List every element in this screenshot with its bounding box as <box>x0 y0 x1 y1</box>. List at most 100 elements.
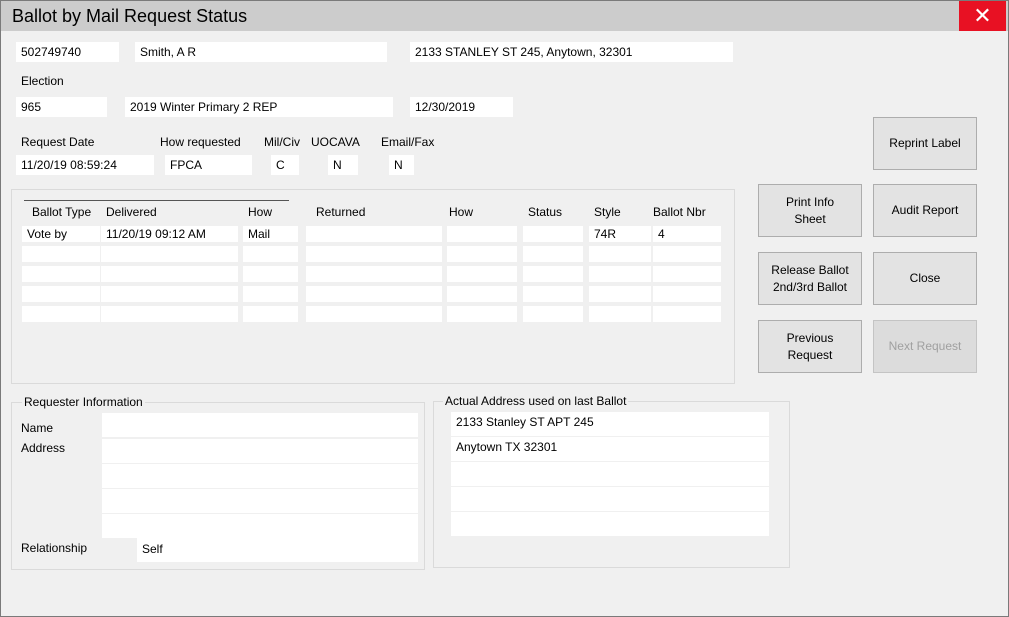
grid-cell-r2-c1[interactable] <box>101 266 238 282</box>
requester-address-label: Address <box>21 441 66 455</box>
actual-address-line2[interactable]: Anytown TX 32301 <box>451 437 769 461</box>
election-name-field[interactable]: 2019 Winter Primary 2 REP <box>125 97 393 117</box>
grid-cell-r4-c1[interactable] <box>101 306 238 322</box>
grid-cell-r2-c7[interactable] <box>653 266 721 282</box>
voter-name-field[interactable]: Smith, A R <box>135 42 387 62</box>
close-button-text: Close <box>909 271 941 285</box>
grid-cell-r2-c4[interactable] <box>447 266 517 282</box>
voter-address-field[interactable]: 2133 STANLEY ST 245, Anytown, 32301 <box>410 42 733 62</box>
how-requested-label: How requested <box>160 135 241 149</box>
emailfax-field[interactable]: N <box>389 155 414 175</box>
reprint-label-button[interactable]: Reprint Label <box>873 117 977 170</box>
milciv-label: Mil/Civ <box>264 135 300 149</box>
grid-cell-r1-c6[interactable] <box>589 246 651 262</box>
ballot-grid-panel: Ballot Type Delivered How Returned How S… <box>11 189 735 384</box>
requester-name-label: Name <box>21 421 54 435</box>
release-ballot-text: Release Ballot 2nd/3rd Ballot <box>771 262 848 296</box>
uocava-field[interactable]: N <box>328 155 358 175</box>
grid-cell-r2-c2[interactable] <box>243 266 298 282</box>
requester-name-field[interactable] <box>102 413 418 437</box>
grid-cell-r1-c2[interactable] <box>243 246 298 262</box>
grid-cell-r0-c7[interactable]: 4 <box>653 226 721 242</box>
voter-id-field[interactable]: 502749740 <box>16 42 119 62</box>
grid-cell-r4-c3[interactable] <box>306 306 442 322</box>
grid-cell-r1-c7[interactable] <box>653 246 721 262</box>
requester-info-panel: Requester Information Name Address Relat… <box>11 395 425 570</box>
actual-address-line1[interactable]: 2133 Stanley ST APT 245 <box>451 412 769 436</box>
next-request-button[interactable]: Next Request <box>873 320 977 373</box>
previous-request-line2: Request <box>787 347 833 362</box>
requester-address-line1[interactable] <box>102 439 418 463</box>
milciv-field[interactable]: C <box>271 155 299 175</box>
relationship-label: Relationship <box>21 541 88 555</box>
grid-cell-r4-c4[interactable] <box>447 306 517 322</box>
grid-cell-r3-c2[interactable] <box>243 286 298 302</box>
col-delivered: Delivered <box>106 205 157 219</box>
election-label: Election <box>21 74 64 88</box>
print-info-line1: Print Info <box>785 194 835 209</box>
audit-report-button[interactable]: Audit Report <box>873 184 977 237</box>
grid-cell-r1-c3[interactable] <box>306 246 442 262</box>
grid-cell-r0-c6[interactable]: 74R <box>589 226 651 242</box>
grid-cell-r3-c5[interactable] <box>523 286 583 302</box>
audit-report-text: Audit Report <box>891 203 959 217</box>
actual-address-line3[interactable] <box>451 462 769 486</box>
grid-cell-r0-c5[interactable] <box>523 226 583 242</box>
requester-address-line4[interactable] <box>102 514 418 538</box>
request-date-field[interactable]: 11/20/19 08:59:24 <box>16 155 154 175</box>
print-info-sheet-text: Print Info Sheet <box>786 194 834 228</box>
col-how-returned: How <box>449 205 474 219</box>
grid-cell-r3-c3[interactable] <box>306 286 442 302</box>
actual-address-title: Actual Address used on last Ballot <box>443 394 629 408</box>
election-date-field[interactable]: 12/30/2019 <box>410 97 513 117</box>
grid-cell-r2-c6[interactable] <box>589 266 651 282</box>
grid-cell-r1-c1[interactable] <box>101 246 238 262</box>
previous-request-button[interactable]: Previous Request <box>758 320 862 373</box>
print-info-line2: Sheet <box>794 211 826 226</box>
grid-cell-r3-c0[interactable] <box>22 286 100 302</box>
how-requested-field[interactable]: FPCA <box>165 155 252 175</box>
grid-cell-r2-c5[interactable] <box>523 266 583 282</box>
close-window-button[interactable]: ✕ <box>959 1 1006 31</box>
grid-cell-r1-c0[interactable] <box>22 246 100 262</box>
grid-cell-r4-c0[interactable] <box>22 306 100 322</box>
emailfax-label: Email/Fax <box>381 135 435 149</box>
grid-cell-r0-c3[interactable] <box>306 226 442 242</box>
actual-address-panel: Actual Address used on last Ballot 2133 … <box>433 394 790 568</box>
relationship-field[interactable]: Self <box>137 538 418 562</box>
grid-cell-r4-c2[interactable] <box>243 306 298 322</box>
grid-cell-r1-c5[interactable] <box>523 246 583 262</box>
grid-cell-r4-c6[interactable] <box>589 306 651 322</box>
title-bar: Ballot by Mail Request Status ✕ <box>1 1 1008 31</box>
ballot-status-window: Ballot by Mail Request Status ✕ 50274974… <box>0 0 1009 617</box>
grid-cell-r0-c1[interactable]: 11/20/19 09:12 AM <box>101 226 238 242</box>
requester-address-line2[interactable] <box>102 464 418 488</box>
requester-address-line3[interactable] <box>102 489 418 513</box>
grid-header-line <box>24 200 289 201</box>
grid-cell-r2-c0[interactable] <box>22 266 100 282</box>
requester-info-title: Requester Information <box>22 395 145 409</box>
col-ballot-type: Ballot Type <box>32 205 92 219</box>
election-number-field[interactable]: 965 <box>16 97 107 117</box>
grid-cell-r0-c2[interactable]: Mail <box>243 226 298 242</box>
grid-cell-r1-c4[interactable] <box>447 246 517 262</box>
grid-cell-r3-c7[interactable] <box>653 286 721 302</box>
grid-cell-r3-c6[interactable] <box>589 286 651 302</box>
grid-cell-r3-c4[interactable] <box>447 286 517 302</box>
grid-cell-r0-c0[interactable]: Vote by <box>22 226 100 242</box>
grid-cell-r4-c5[interactable] <box>523 306 583 322</box>
actual-address-line5[interactable] <box>451 512 769 536</box>
uocava-label: UOCAVA <box>311 135 360 149</box>
close-button[interactable]: Close <box>873 252 977 305</box>
grid-cell-r3-c1[interactable] <box>101 286 238 302</box>
print-info-sheet-button[interactable]: Print Info Sheet <box>758 184 862 237</box>
release-ballot-line1: Release Ballot <box>771 262 849 277</box>
window-title: Ballot by Mail Request Status <box>12 6 248 26</box>
grid-cell-r0-c4[interactable] <box>447 226 517 242</box>
actual-address-line4[interactable] <box>451 487 769 511</box>
reprint-label-text: Reprint Label <box>889 136 961 150</box>
grid-cell-r2-c3[interactable] <box>306 266 442 282</box>
grid-cell-r4-c7[interactable] <box>653 306 721 322</box>
release-ballot-button[interactable]: Release Ballot 2nd/3rd Ballot <box>758 252 862 305</box>
next-request-text: Next Request <box>888 339 962 353</box>
